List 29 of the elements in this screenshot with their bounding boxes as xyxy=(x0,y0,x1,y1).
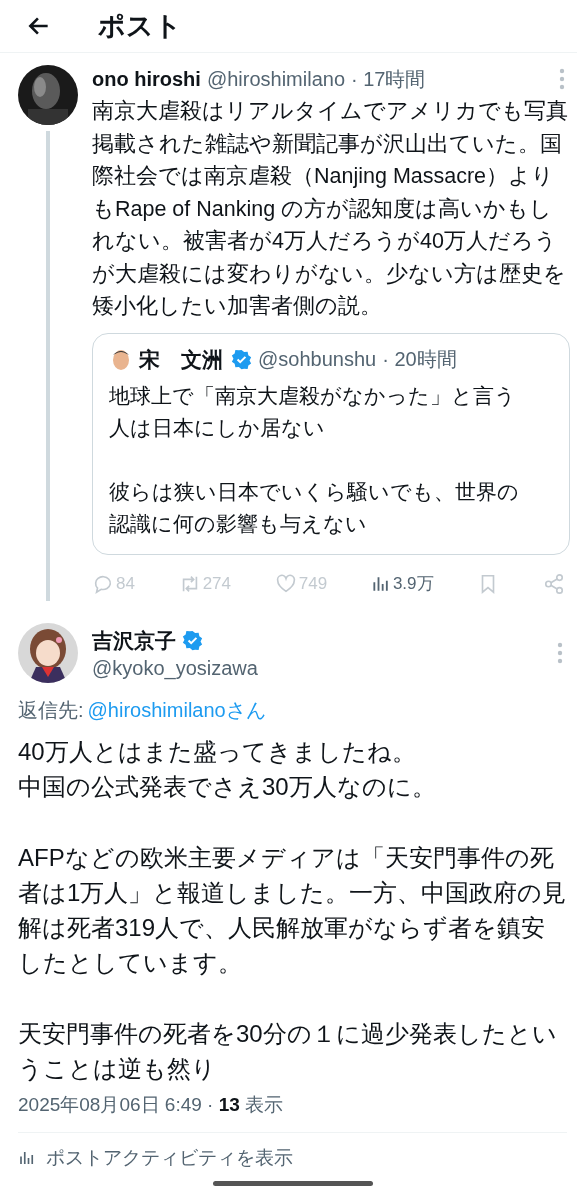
post-text: 中国の公式発表でさえ30万人なのに。 xyxy=(18,772,437,802)
author-handle: @hiroshimilano xyxy=(206,67,346,91)
page-title: ポスト xyxy=(98,10,182,43)
more-icon[interactable] xyxy=(557,642,563,664)
share-icon[interactable] xyxy=(543,572,565,595)
bar-chart-icon[interactable] xyxy=(18,1149,36,1167)
post-text: 南京大虐殺はリアルタイムでアメリカでも写真掲載された雑誌や新聞記事が沢山出ていた。国際社会では南京虐殺（Nanjing Massacre）よりもRape of Nanking の方が認知度は高いかもしれない。被害者が4万人だろうが40万人だろうが大虐殺には変わりがない。少ない方は歴史を矮小化したい加害者側の説。 xyxy=(92,98,569,320)
stat-count: 274 xyxy=(202,573,232,594)
quote-time: · 20時間 xyxy=(382,347,457,372)
reply-to-label: 返信先: xyxy=(18,698,84,723)
author-name: 吉沢京子 xyxy=(92,627,176,654)
quote-text: 地球上で「南京大虐殺がなかった」と言う人は日本にしか居ない xyxy=(109,382,517,441)
stat-count: 84 xyxy=(116,573,135,594)
stat-count: 3.9万 xyxy=(392,573,434,595)
author-handle: @kyoko_yosizawa xyxy=(92,656,258,680)
post-meta: 2025年08月06日 6:49 · 13 表示 xyxy=(18,1093,285,1117)
quote-card[interactable]: 宋 文洲 @sohbunshu · 20時間 地球上で「南京大虐殺がなかった」と言う人は日本にしか居ない 彼らは狭い日本でいくら騒いでも、世界の認識に何の影響も与えない xyxy=(92,332,570,555)
heart-icon[interactable] xyxy=(274,572,297,595)
post-text: AFPなどの欧米主要メディアは「天安門事件の死者は1万人」と報道しました。一方、中国政府の見解は死者319人で、人民解放軍がならず者を鎮安したとしています。 xyxy=(18,843,568,978)
more-icon[interactable] xyxy=(559,68,565,90)
author-name: ono hiroshi xyxy=(92,67,201,91)
activity-link[interactable]: ポストアクティビティを表示 xyxy=(46,1145,293,1171)
post-time: · 17時間 xyxy=(351,66,426,92)
post-text: 40万人とはまた盛ってきましたね。 xyxy=(18,737,417,767)
quote-handle: @sohbunshu xyxy=(258,348,377,371)
stat-count: 749 xyxy=(298,573,328,594)
post-text: 天安門事件の死者を30分の１に過少発表したということは逆も然り xyxy=(18,1019,558,1084)
quote-author: 宋 文洲 xyxy=(139,346,223,373)
quote-text: 彼らは狭い日本でいくら騒いでも、世界の認識に何の影響も与えない xyxy=(109,478,520,537)
